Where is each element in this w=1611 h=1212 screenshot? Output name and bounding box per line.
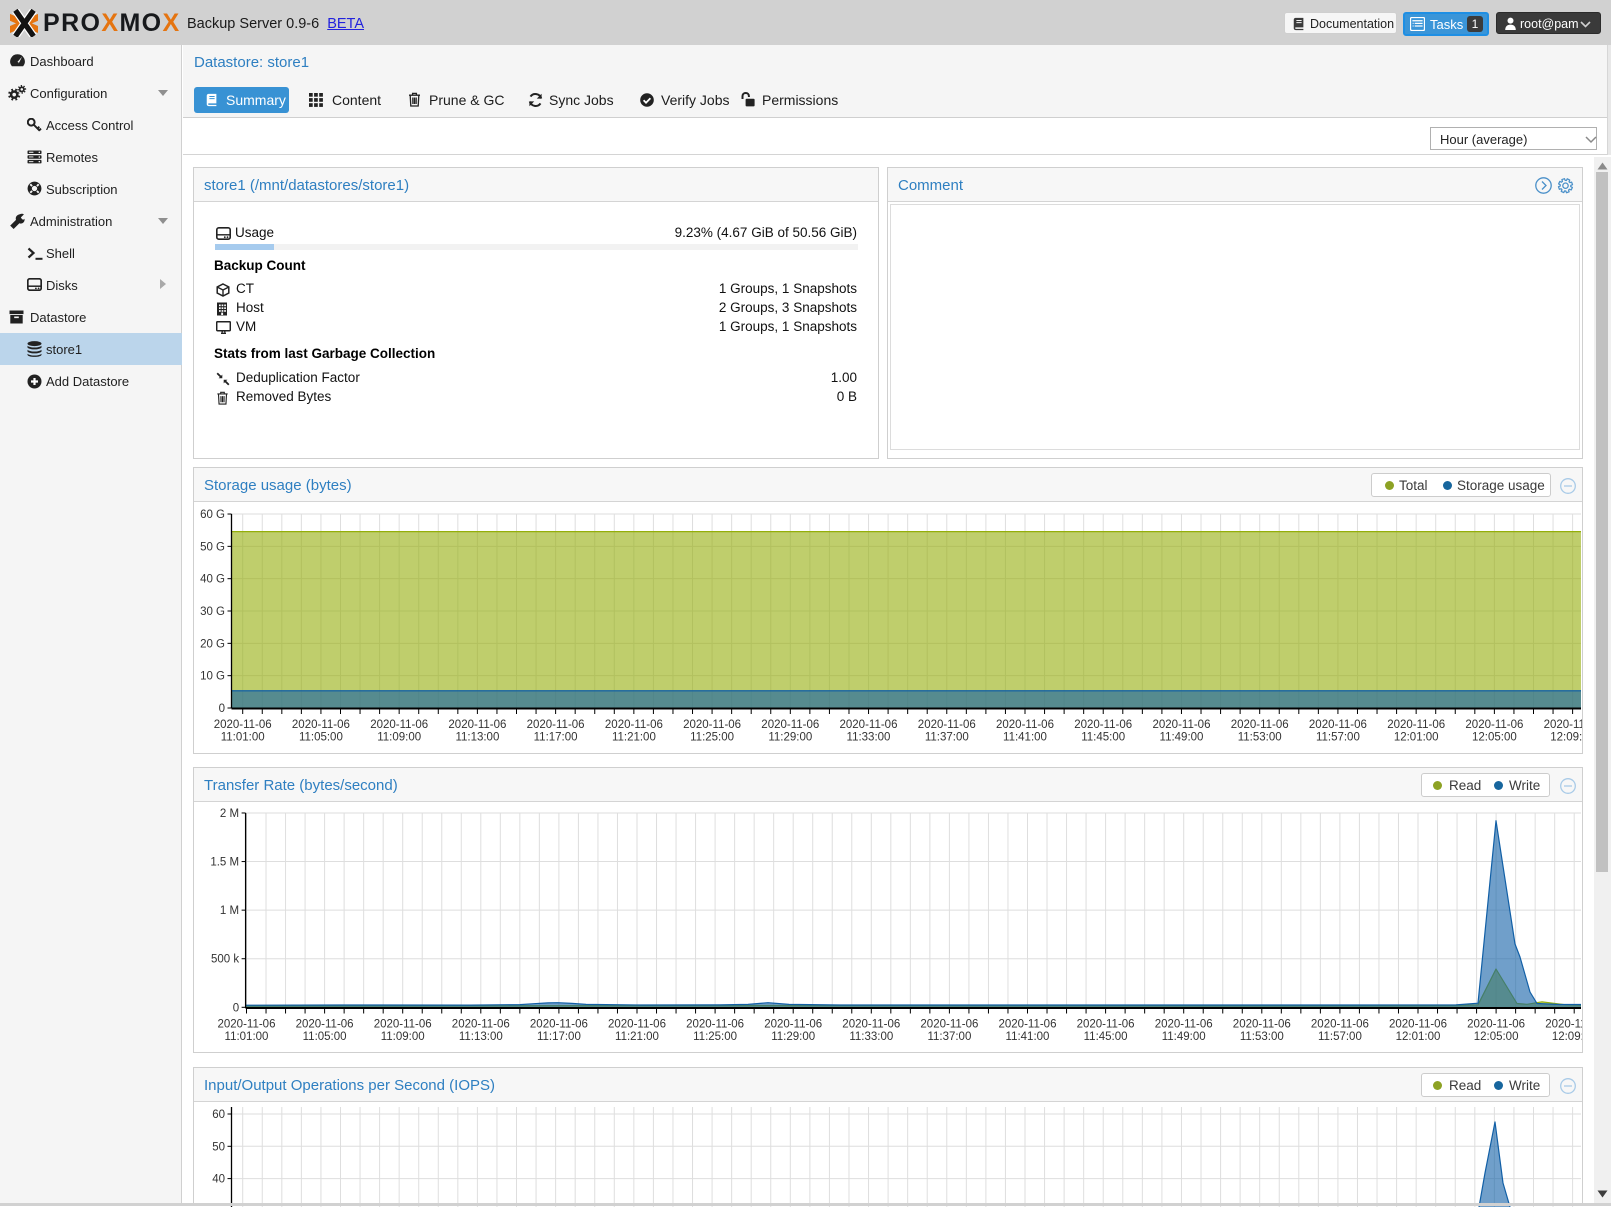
svg-text:1.5 M: 1.5 M xyxy=(210,857,239,869)
svg-text:12:01:00: 12:01:00 xyxy=(1396,1031,1441,1043)
svg-text:11:05:00: 11:05:00 xyxy=(303,1031,347,1043)
svg-text:12:01:00: 12:01:00 xyxy=(1394,732,1439,744)
svg-text:11:29:00: 11:29:00 xyxy=(768,732,812,744)
svg-text:2020-11-06: 2020-11-06 xyxy=(1309,719,1367,731)
svg-text:1 M: 1 M xyxy=(220,905,239,917)
svg-text:2020-11-06: 2020-11-06 xyxy=(374,1019,432,1031)
svg-text:2020-11-06: 2020-11-06 xyxy=(996,719,1054,731)
svg-text:11:29:00: 11:29:00 xyxy=(771,1031,815,1043)
svg-text:11:49:00: 11:49:00 xyxy=(1160,732,1204,744)
svg-text:2020-11-06: 2020-11-06 xyxy=(840,719,898,731)
svg-text:2020-11-06: 2020-11-06 xyxy=(214,719,272,731)
svg-text:2020-11-06: 2020-11-06 xyxy=(686,1019,744,1031)
svg-text:2 M: 2 M xyxy=(220,808,239,820)
svg-text:2020-11-06: 2020-11-06 xyxy=(530,1019,588,1031)
svg-text:2020-11-06: 2020-11-06 xyxy=(292,719,350,731)
svg-text:2020-11-06: 2020-11-06 xyxy=(1545,1019,1582,1031)
svg-text:11:09:00: 11:09:00 xyxy=(381,1031,425,1043)
svg-text:0: 0 xyxy=(233,1002,239,1014)
svg-text:2020-11-06: 2020-11-06 xyxy=(448,719,506,731)
svg-text:0: 0 xyxy=(219,703,225,715)
svg-text:11:49:00: 11:49:00 xyxy=(1162,1031,1206,1043)
svg-text:12:05:00: 12:05:00 xyxy=(1474,1031,1519,1043)
svg-text:2020-11-06: 2020-11-06 xyxy=(1155,1019,1213,1031)
svg-text:11:17:00: 11:17:00 xyxy=(534,732,578,744)
svg-text:2020-11-06: 2020-11-06 xyxy=(1231,719,1289,731)
svg-text:11:57:00: 11:57:00 xyxy=(1316,732,1360,744)
svg-text:11:45:00: 11:45:00 xyxy=(1084,1031,1128,1043)
svg-text:2020-11-06: 2020-11-06 xyxy=(918,719,976,731)
svg-text:2020-11-06: 2020-11-06 xyxy=(1389,1019,1447,1031)
svg-text:11:13:00: 11:13:00 xyxy=(459,1031,503,1043)
svg-text:11:17:00: 11:17:00 xyxy=(537,1031,581,1043)
svg-text:11:57:00: 11:57:00 xyxy=(1318,1031,1362,1043)
svg-text:2020-11-06: 2020-11-06 xyxy=(218,1019,276,1031)
svg-text:11:37:00: 11:37:00 xyxy=(927,1031,971,1043)
svg-text:11:25:00: 11:25:00 xyxy=(690,732,734,744)
svg-text:2020-11-06: 2020-11-06 xyxy=(1233,1019,1291,1031)
svg-text:2020-11-06: 2020-11-06 xyxy=(683,719,741,731)
svg-text:2020-11-06: 2020-11-06 xyxy=(370,719,428,731)
svg-text:40 G: 40 G xyxy=(200,574,225,586)
svg-text:11:25:00: 11:25:00 xyxy=(693,1031,737,1043)
svg-text:500 k: 500 k xyxy=(211,954,239,966)
svg-text:11:41:00: 11:41:00 xyxy=(1003,732,1047,744)
svg-text:11:33:00: 11:33:00 xyxy=(849,1031,893,1043)
svg-text:11:09:00: 11:09:00 xyxy=(377,732,421,744)
svg-text:60: 60 xyxy=(212,1109,225,1121)
svg-text:2020-11-06: 2020-11-06 xyxy=(1074,719,1132,731)
svg-text:11:33:00: 11:33:00 xyxy=(847,732,891,744)
svg-text:11:41:00: 11:41:00 xyxy=(1006,1031,1050,1043)
svg-text:12:05:00: 12:05:00 xyxy=(1472,732,1517,744)
svg-text:11:53:00: 11:53:00 xyxy=(1240,1031,1284,1043)
svg-text:60 G: 60 G xyxy=(200,509,225,521)
svg-text:2020-11-06: 2020-11-06 xyxy=(761,719,819,731)
svg-text:2020-11-06: 2020-11-06 xyxy=(1465,719,1523,731)
svg-text:20 G: 20 G xyxy=(200,638,225,650)
svg-text:2020-11-06: 2020-11-06 xyxy=(764,1019,822,1031)
svg-text:11:21:00: 11:21:00 xyxy=(612,732,656,744)
svg-text:10 G: 10 G xyxy=(200,671,225,683)
svg-text:11:13:00: 11:13:00 xyxy=(455,732,499,744)
svg-text:2020-11-06: 2020-11-06 xyxy=(452,1019,510,1031)
svg-text:12:09:00: 12:09:00 xyxy=(1550,732,1582,744)
svg-text:11:53:00: 11:53:00 xyxy=(1238,732,1282,744)
svg-text:2020-11-06: 2020-11-06 xyxy=(842,1019,900,1031)
svg-text:11:45:00: 11:45:00 xyxy=(1081,732,1125,744)
svg-text:11:01:00: 11:01:00 xyxy=(225,1031,269,1043)
svg-text:2020-11-06: 2020-11-06 xyxy=(608,1019,666,1031)
svg-text:30 G: 30 G xyxy=(200,606,225,618)
svg-text:2020-11-06: 2020-11-06 xyxy=(920,1019,978,1031)
svg-text:2020-11-06: 2020-11-06 xyxy=(527,719,585,731)
svg-text:2020-11-06: 2020-11-06 xyxy=(1077,1019,1135,1031)
svg-text:2020-11-06: 2020-11-06 xyxy=(605,719,663,731)
svg-text:2020-11-06: 2020-11-06 xyxy=(1544,719,1582,731)
svg-text:50: 50 xyxy=(212,1141,225,1153)
svg-text:11:05:00: 11:05:00 xyxy=(299,732,343,744)
svg-text:50 G: 50 G xyxy=(200,541,225,553)
svg-text:2020-11-06: 2020-11-06 xyxy=(296,1019,354,1031)
svg-text:40: 40 xyxy=(212,1174,225,1186)
svg-text:11:37:00: 11:37:00 xyxy=(925,732,969,744)
svg-text:12:09:00: 12:09:00 xyxy=(1552,1031,1582,1043)
svg-text:2020-11-06: 2020-11-06 xyxy=(1467,1019,1525,1031)
svg-text:11:01:00: 11:01:00 xyxy=(221,732,265,744)
svg-text:2020-11-06: 2020-11-06 xyxy=(1311,1019,1369,1031)
svg-text:2020-11-06: 2020-11-06 xyxy=(1153,719,1211,731)
svg-text:2020-11-06: 2020-11-06 xyxy=(1387,719,1445,731)
svg-text:2020-11-06: 2020-11-06 xyxy=(999,1019,1057,1031)
svg-text:11:21:00: 11:21:00 xyxy=(615,1031,659,1043)
